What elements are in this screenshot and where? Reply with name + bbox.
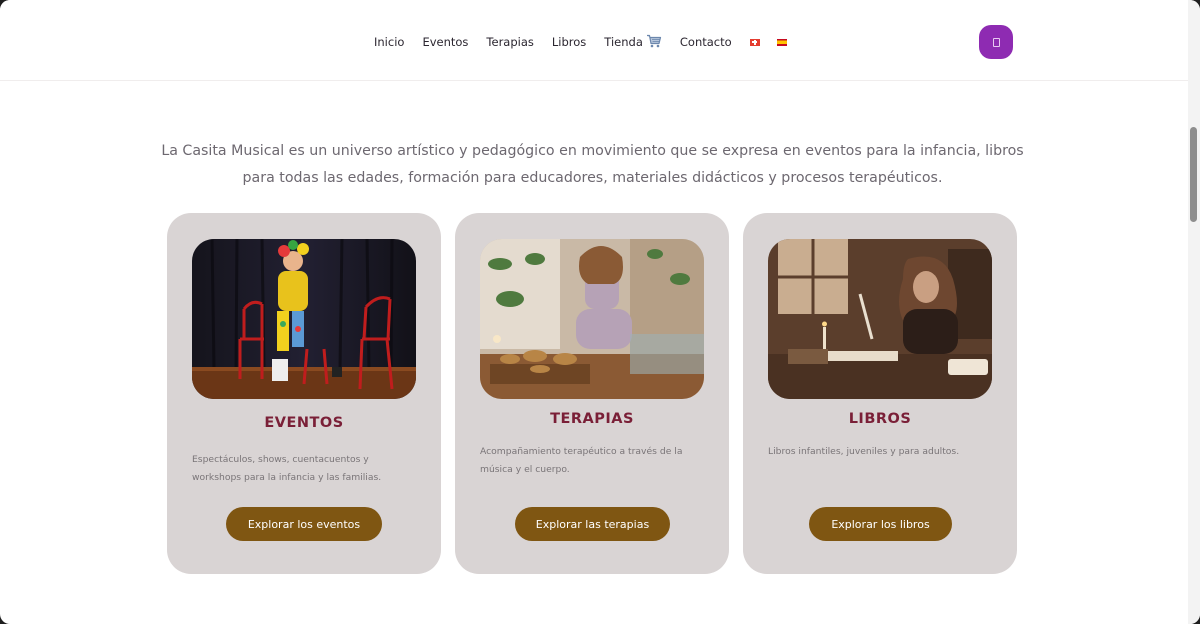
card-eventos: EVENTOS Espectáculos, shows, cuentacuent… bbox=[167, 213, 441, 574]
card-title-eventos: EVENTOS bbox=[264, 415, 344, 431]
card-desc-eventos: Espectáculos, shows, cuentacuentos y wor… bbox=[192, 454, 382, 483]
card-title-terapias: TERAPIAS bbox=[550, 411, 634, 427]
spain-flag-icon[interactable] bbox=[776, 38, 787, 46]
main-nav: Inicio Eventos Terapias Libros Tienda Co… bbox=[374, 33, 804, 51]
card-desc-libros: Libros infantiles, juveniles y para adul… bbox=[768, 446, 960, 457]
shopping-cart-icon bbox=[646, 34, 662, 51]
card-terapias: TERAPIAS Acompañamiento terapéutico a tr… bbox=[455, 213, 729, 574]
nav-item-inicio[interactable]: Inicio bbox=[374, 35, 404, 49]
nav-item-tienda-label: Tienda bbox=[604, 35, 643, 49]
explore-terapias-button[interactable]: Explorar las terapias bbox=[515, 507, 670, 541]
eventos-image bbox=[192, 239, 416, 399]
scrollbar[interactable] bbox=[1188, 0, 1200, 624]
card-desc-terapias: Acompañamiento terapéutico a través de l… bbox=[480, 446, 683, 475]
scrollbar-thumb[interactable] bbox=[1190, 127, 1197, 222]
nav-item-libros[interactable]: Libros bbox=[552, 35, 586, 49]
card-title-libros: LIBROS bbox=[848, 411, 912, 427]
intro-text: La Casita Musical es un universo artísti… bbox=[161, 143, 1024, 187]
menu-icon bbox=[992, 37, 1000, 47]
nav-item-tienda[interactable]: Tienda bbox=[604, 34, 662, 51]
site-header: Inicio Eventos Terapias Libros Tienda Co… bbox=[0, 0, 1188, 81]
nav-item-terapias[interactable]: Terapias bbox=[486, 35, 533, 49]
nav-item-contacto[interactable]: Contacto bbox=[680, 35, 732, 49]
nav-item-eventos[interactable]: Eventos bbox=[422, 35, 468, 49]
card-libros: LIBROS Libros infantiles, juveniles y pa… bbox=[743, 213, 1017, 574]
libros-image bbox=[768, 239, 992, 399]
swiss-flag-icon[interactable] bbox=[749, 38, 760, 46]
terapias-image bbox=[480, 239, 704, 399]
browser-window: Inicio Eventos Terapias Libros Tienda Co… bbox=[0, 0, 1200, 624]
explore-libros-button[interactable]: Explorar los libros bbox=[809, 507, 952, 541]
explore-eventos-button[interactable]: Explorar los eventos bbox=[226, 507, 382, 541]
menu-button[interactable] bbox=[979, 25, 1013, 59]
